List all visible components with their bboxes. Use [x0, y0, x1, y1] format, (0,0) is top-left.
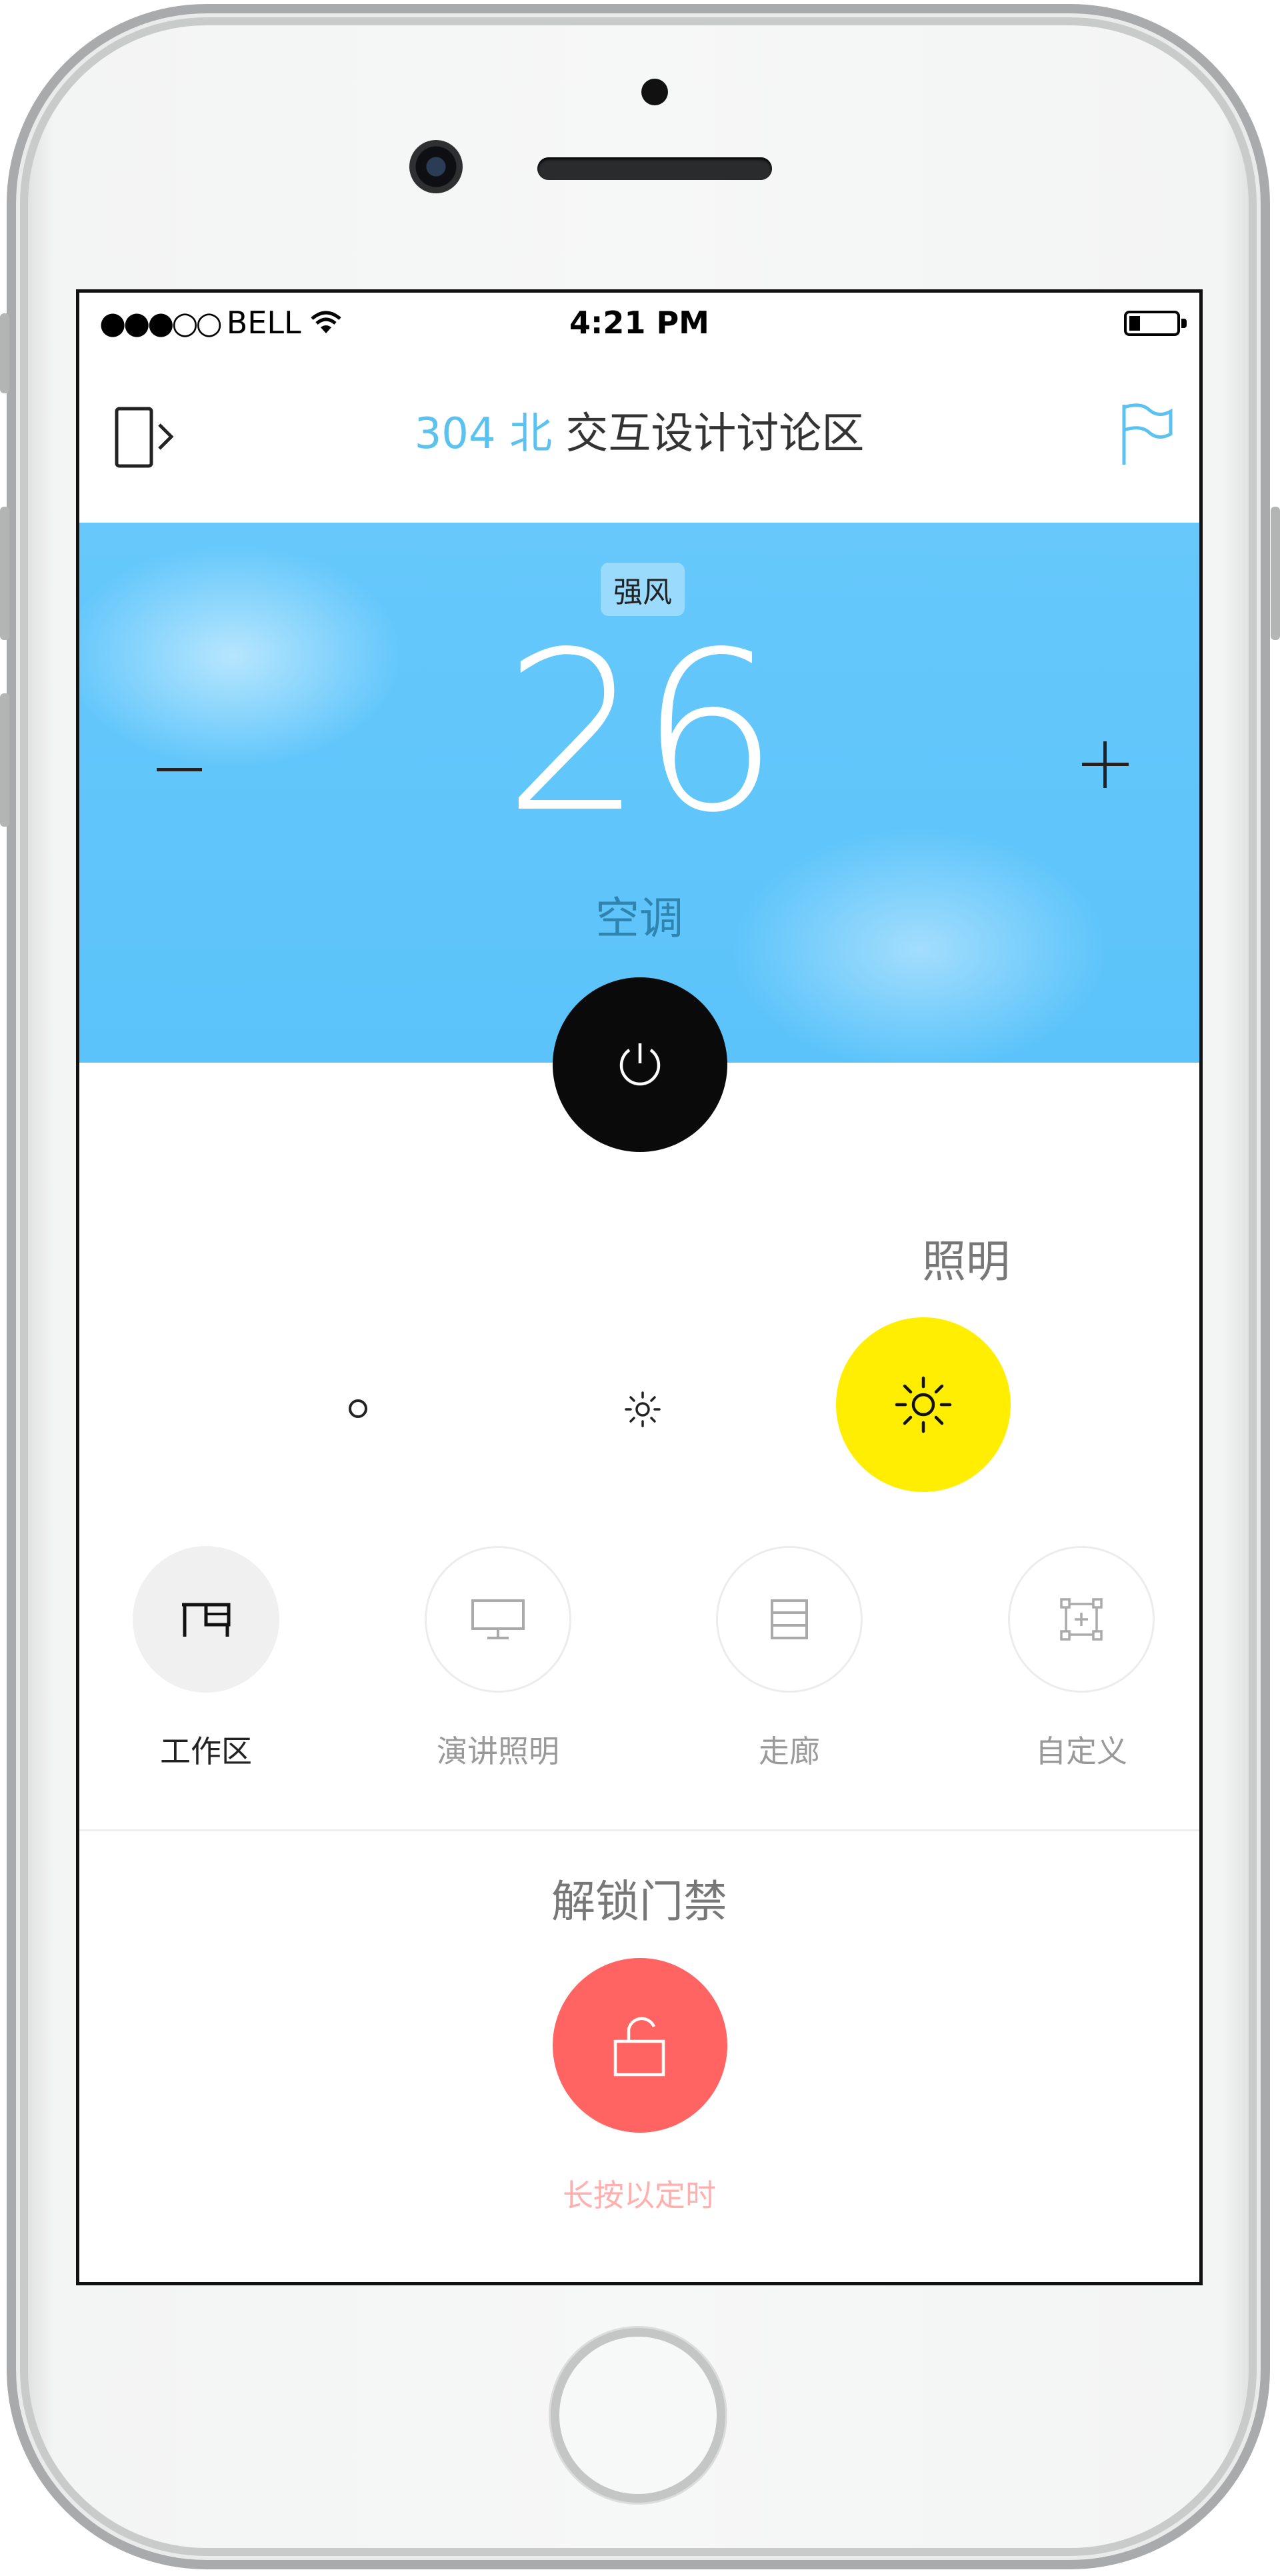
app-screen: ●●●○○ BELL 4:21 PM 304 北 交互设计讨论区 强风 26 空…: [76, 289, 1203, 2285]
scene-corridor-label: 走廊: [759, 1733, 820, 1769]
scene-workspace-button[interactable]: [133, 1546, 279, 1693]
proximity-sensor: [641, 79, 668, 105]
section-divider: [79, 1829, 1199, 1831]
status-time: 4:21 PM: [569, 305, 709, 341]
nav-bar: 304 北 交互设计讨论区: [79, 353, 1199, 499]
scene-workspace-label: 工作区: [160, 1733, 252, 1769]
room-number: 304 北: [414, 409, 553, 459]
monitor-icon: [471, 1599, 525, 1639]
power-side-button: [1271, 507, 1280, 640]
scene-presentation-button[interactable]: [425, 1546, 571, 1693]
unlock-icon: [613, 2017, 665, 2077]
flag-icon[interactable]: [1117, 401, 1177, 467]
home-button[interactable]: [551, 2328, 725, 2503]
power-icon: [619, 1043, 661, 1086]
temp-increase-button[interactable]: [1077, 736, 1133, 792]
ac-label: 空调: [595, 893, 683, 944]
scene-custom-button[interactable]: [1008, 1546, 1155, 1693]
scene-presentation-label: 演讲照明: [437, 1733, 559, 1769]
volume-up-button: [0, 507, 9, 640]
earpiece-speaker: [537, 157, 772, 180]
mute-switch: [0, 313, 9, 393]
unlock-door-title: 解锁门禁: [551, 1876, 727, 1927]
front-camera: [409, 140, 463, 193]
battery-icon: [1124, 311, 1187, 336]
scene-corridor-button[interactable]: [716, 1546, 863, 1693]
brightness-mid-icon[interactable]: [623, 1389, 663, 1429]
page-title: 304 北 交互设计讨论区: [79, 399, 1199, 461]
sun-icon: [895, 1376, 952, 1433]
custom-add-icon: [1060, 1598, 1103, 1641]
volume-down-button: [0, 693, 9, 827]
area-name: 交互设计讨论区: [565, 409, 865, 459]
lighting-title: 照明: [922, 1236, 1010, 1287]
brightness-high-button[interactable]: [836, 1317, 1011, 1492]
desk-icon: [182, 1603, 231, 1637]
long-press-hint: 长按以定时: [563, 2177, 716, 2213]
scene-custom-label: 自定义: [1035, 1733, 1127, 1769]
status-bar: ●●●○○ BELL 4:21 PM: [79, 293, 1199, 353]
temperature-value: 26: [503, 605, 779, 861]
brightness-low-button[interactable]: [349, 1399, 367, 1418]
unlock-door-button[interactable]: [553, 1958, 727, 2133]
ac-power-button[interactable]: [553, 977, 727, 1152]
corridor-icon: [771, 1599, 808, 1639]
